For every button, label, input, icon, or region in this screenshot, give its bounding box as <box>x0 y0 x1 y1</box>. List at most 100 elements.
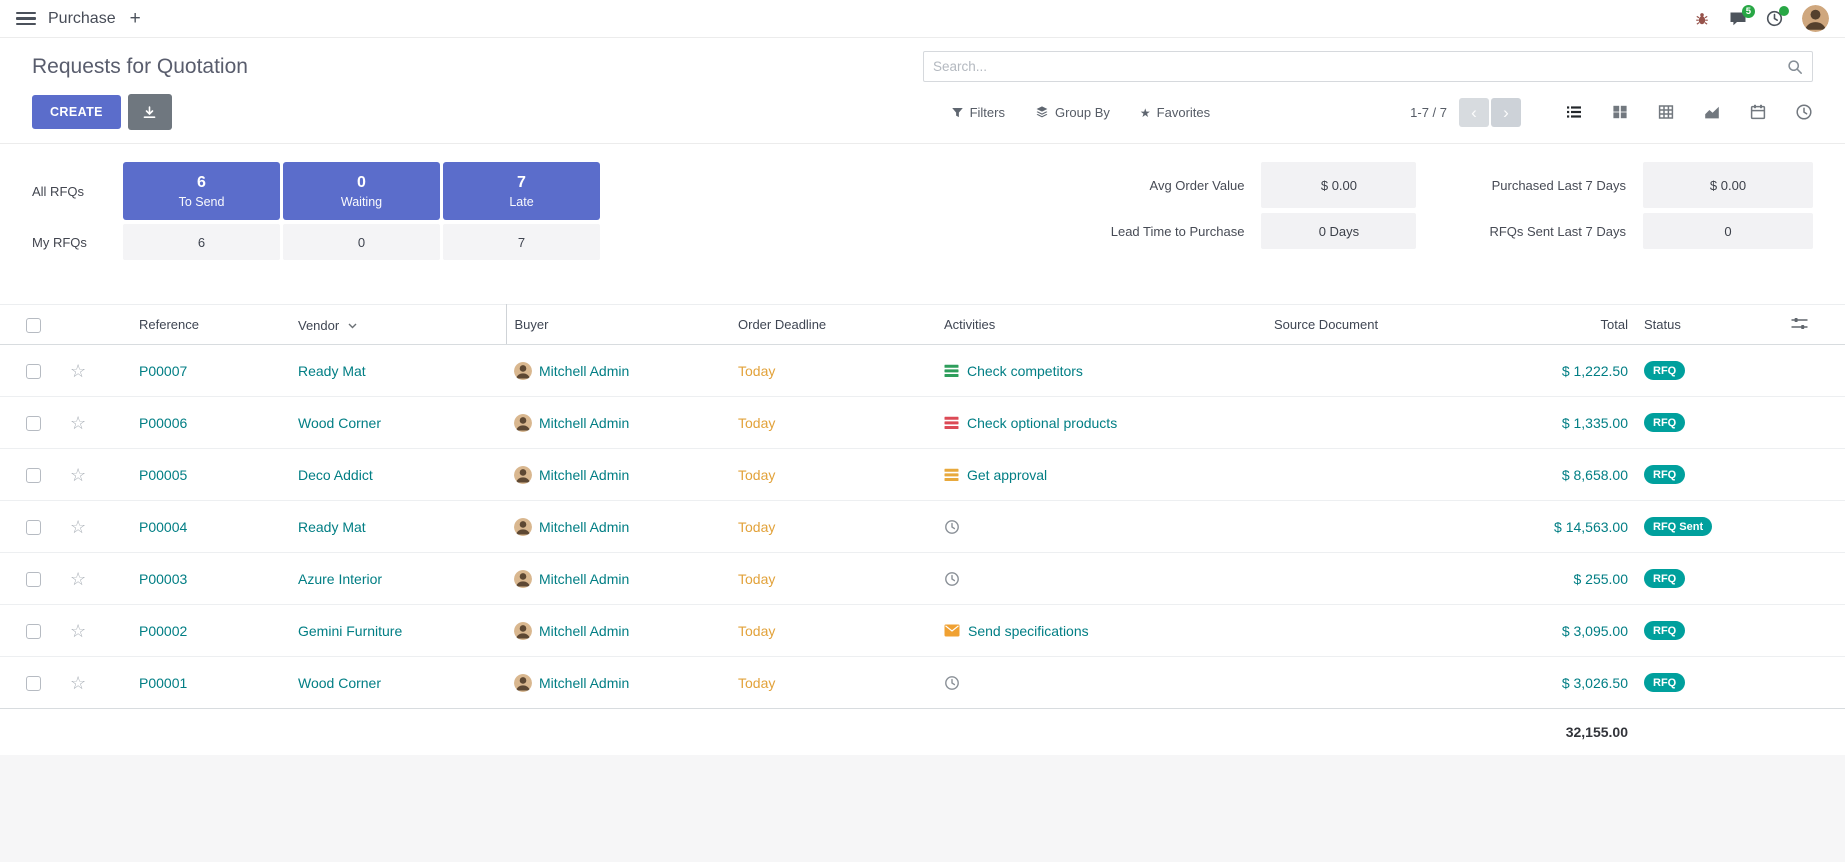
search-options-bar: Filters Group By Favorites <box>951 105 1211 120</box>
table-row[interactable]: P00001 Wood Corner Mitchell Admin Today … <box>0 657 1845 709</box>
plus-icon[interactable] <box>130 9 141 28</box>
table-row[interactable]: P00004 Ready Mat Mitchell Admin Today $ … <box>0 501 1845 553</box>
kpi-rfqs-sent-7days[interactable]: 0 <box>1643 213 1813 249</box>
column-header-activities[interactable]: Activities <box>936 305 1266 345</box>
pager-next-button[interactable] <box>1491 98 1521 127</box>
select-all-checkbox[interactable] <box>0 305 50 345</box>
reference-cell: P00004 <box>125 501 290 553</box>
order-deadline-cell: Today <box>730 501 936 553</box>
activity-cell[interactable] <box>944 519 1258 535</box>
favorite-star-icon[interactable] <box>70 517 86 537</box>
card-waiting[interactable]: 0 Waiting <box>283 162 440 220</box>
create-button[interactable]: CREATE <box>32 95 121 129</box>
filter-funnel-icon <box>951 106 964 119</box>
column-header-source-document[interactable]: Source Document <box>1266 305 1456 345</box>
table-row[interactable]: P00005 Deco Addict Mitchell Admin Today … <box>0 449 1845 501</box>
row-checkbox[interactable] <box>26 572 41 587</box>
list-view-icon[interactable] <box>1565 103 1583 121</box>
source-document-cell <box>1266 657 1456 709</box>
my-late-cell[interactable]: 7 <box>443 224 600 260</box>
sort-desc-icon <box>348 317 357 332</box>
debug-bug-icon[interactable] <box>1694 11 1710 27</box>
buyer-cell: Mitchell Admin <box>539 467 629 483</box>
list-footer-row: 32,155.00 <box>0 709 1845 755</box>
search-input[interactable] <box>933 59 1787 74</box>
column-header-status[interactable]: Status <box>1636 305 1761 345</box>
filters-button[interactable]: Filters <box>951 105 1005 120</box>
search-box[interactable] <box>923 51 1813 82</box>
kpi-purchased-7days[interactable]: $ 0.00 <box>1643 162 1813 208</box>
column-header-total[interactable]: Total <box>1456 305 1636 345</box>
purchase-dashboard: All RFQs 6 To Send 0 Waiting 7 Late My R… <box>0 144 1845 280</box>
total-cell: $ 1,222.50 <box>1456 345 1636 397</box>
kanban-view-icon[interactable] <box>1611 103 1629 121</box>
app-name-menu[interactable]: Purchase <box>48 10 116 28</box>
buyer-avatar <box>514 622 532 640</box>
row-checkbox[interactable] <box>26 624 41 639</box>
calendar-view-icon[interactable] <box>1749 103 1767 121</box>
table-row[interactable]: P00002 Gemini Furniture Mitchell Admin T… <box>0 605 1845 657</box>
table-row[interactable]: P00003 Azure Interior Mitchell Admin Tod… <box>0 553 1845 605</box>
row-checkbox[interactable] <box>26 676 41 691</box>
activity-view-icon[interactable] <box>1795 103 1813 121</box>
kpi-avg-order-value[interactable]: $ 0.00 <box>1261 162 1416 208</box>
row-checkbox[interactable] <box>26 416 41 431</box>
status-badge: RFQ Sent <box>1644 517 1712 536</box>
favorite-star-icon[interactable] <box>70 621 86 641</box>
graph-view-icon[interactable] <box>1703 103 1721 121</box>
search-icon[interactable] <box>1787 59 1803 75</box>
activity-cell[interactable] <box>944 571 1258 587</box>
activity-cell[interactable]: Check optional products <box>944 415 1258 431</box>
total-cell: $ 3,095.00 <box>1456 605 1636 657</box>
row-checkbox[interactable] <box>26 364 41 379</box>
buyer-cell: Mitchell Admin <box>539 571 629 587</box>
favorite-star-icon[interactable] <box>70 569 86 589</box>
favorite-star-icon[interactable] <box>70 413 86 433</box>
column-header-reference[interactable]: Reference <box>125 305 290 345</box>
tasks-icon-green <box>944 364 959 378</box>
activity-cell[interactable] <box>944 675 1258 691</box>
table-row[interactable]: P00007 Ready Mat Mitchell Admin Today Ch… <box>0 345 1845 397</box>
activity-cell[interactable]: Get approval <box>944 467 1258 483</box>
favorite-star-icon[interactable] <box>70 361 86 381</box>
buyer-cell: Mitchell Admin <box>539 519 629 535</box>
card-late[interactable]: 7 Late <box>443 162 600 220</box>
row-checkbox[interactable] <box>26 468 41 483</box>
column-header-buyer[interactable]: Buyer <box>506 305 730 345</box>
buyer-cell: Mitchell Admin <box>539 675 629 691</box>
activity-cell[interactable]: Check competitors <box>944 363 1258 379</box>
apps-menu-icon[interactable] <box>16 12 36 25</box>
table-row[interactable]: P00006 Wood Corner Mitchell Admin Today … <box>0 397 1845 449</box>
group-by-button[interactable]: Group By <box>1035 105 1110 120</box>
total-cell: $ 14,563.00 <box>1456 501 1636 553</box>
favorites-button[interactable]: Favorites <box>1140 105 1210 120</box>
order-deadline-cell: Today <box>730 397 936 449</box>
my-waiting-cell[interactable]: 0 <box>283 224 440 260</box>
clock-icon <box>944 675 960 691</box>
status-badge: RFQ <box>1644 569 1685 588</box>
tasks-icon-red <box>944 416 959 430</box>
pager-previous-button[interactable] <box>1459 98 1489 127</box>
export-button[interactable] <box>128 94 172 130</box>
bug-icon <box>1694 11 1710 27</box>
card-to-send[interactable]: 6 To Send <box>123 162 280 220</box>
pivot-view-icon[interactable] <box>1657 103 1675 121</box>
favorite-star-icon[interactable] <box>70 465 86 485</box>
grand-total: 32,155.00 <box>1456 709 1636 755</box>
messages-menu[interactable]: 5 <box>1729 11 1747 27</box>
activities-menu[interactable] <box>1766 10 1783 27</box>
row-checkbox[interactable] <box>26 520 41 535</box>
source-document-cell <box>1266 397 1456 449</box>
favorite-star-icon[interactable] <box>70 673 86 693</box>
kpi-lead-time[interactable]: 0 Days <box>1261 213 1416 249</box>
buyer-cell: Mitchell Admin <box>539 363 629 379</box>
activity-cell[interactable]: Send specifications <box>944 623 1258 639</box>
my-to-send-cell[interactable]: 6 <box>123 224 280 260</box>
user-menu[interactable] <box>1802 5 1829 32</box>
clock-icon <box>944 519 960 535</box>
column-header-vendor[interactable]: Vendor <box>290 305 506 345</box>
optional-columns-button[interactable] <box>1761 305 1845 345</box>
source-document-cell <box>1266 345 1456 397</box>
column-header-order-deadline[interactable]: Order Deadline <box>730 305 936 345</box>
list-header-row: Reference Vendor Buyer Order Deadline Ac… <box>0 305 1845 345</box>
